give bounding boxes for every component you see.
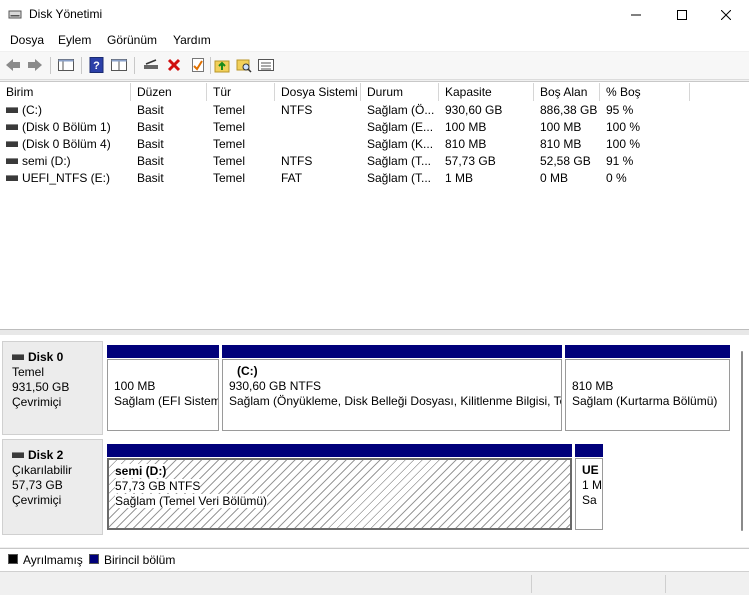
volume-icon [6,123,18,130]
column-header-bos-alan[interactable]: Boş Alan [534,83,600,101]
menu-gorunum[interactable]: Görünüm [107,33,157,47]
volume-icon [6,106,18,113]
volume-list-header: Birim Düzen Tür Dosya Sistemi Durum Kapa… [0,83,749,101]
disk-2-label[interactable]: Disk 2 Çıkarılabilir 57,73 GB Çevrimiçi [2,439,103,535]
column-header-tur[interactable]: Tür [207,83,275,101]
window-title: Disk Yönetimi [29,7,103,21]
primary-partition-bar [222,345,562,358]
vertical-scrollbar[interactable] [738,347,746,537]
column-header-birim[interactable]: Birim [0,83,131,101]
menu-yardim[interactable]: Yardım [173,33,211,47]
table-row[interactable]: (Disk 0 Bölüm 4) Basit Temel Sağlam (K..… [0,136,749,153]
volume-icon [6,140,18,147]
volume-icon [6,157,18,164]
menu-dosya[interactable]: Dosya [10,33,44,47]
close-icon [721,9,731,20]
close-button[interactable] [703,0,749,29]
primary-partition-bar [107,444,572,457]
partition-c[interactable]: (C:) 930,60 GB NTFS Sağlam (Önyükleme, D… [222,345,562,431]
minimize-icon [631,14,641,15]
primary-partition-bar [107,345,219,358]
disk-management-icon [8,10,22,19]
column-header-kapasite[interactable]: Kapasite [439,83,534,101]
disk-graphical-view: Disk 0 Temel 931,50 GB Çevrimiçi 100 MB … [0,335,749,547]
legend-swatch-primary [89,554,99,564]
partition-d[interactable]: semi (D:) 57,73 GB NTFS Sağlam (Temel Ve… [107,444,572,530]
status-bar [0,571,749,595]
maximize-icon [677,9,687,20]
legend: Ayrılmamış Birincil bölüm [0,548,749,571]
toolbar: ? [0,52,749,80]
disk-0-label[interactable]: Disk 0 Temel 931,50 GB Çevrimiçi [2,341,103,435]
primary-partition-bar [575,444,603,457]
legend-label-unallocated: Ayrılmamış [23,553,83,567]
disk-icon [12,451,24,458]
partition-uefi-ntfs[interactable]: UE 1 M Sa [575,444,603,530]
column-header-yuzde-bos[interactable]: % Boş [600,83,690,101]
table-row[interactable]: UEFI_NTFS (E:) Basit Temel FAT Sağlam (T… [0,170,749,187]
legend-label-primary: Birincil bölüm [104,553,176,567]
back-icon[interactable] [4,56,22,74]
console-tree-icon[interactable] [57,56,75,74]
volume-icon [6,174,18,181]
properties-icon[interactable] [110,56,128,74]
disk-icon [12,353,24,360]
table-row[interactable]: (C:) Basit Temel NTFS Sağlam (Ö... 930,6… [0,102,749,119]
svg-text:?: ? [93,60,100,72]
forward-icon[interactable] [26,56,44,74]
folder-up-icon[interactable] [213,56,231,74]
checklist-icon[interactable] [189,56,207,74]
details-view-icon[interactable] [257,56,275,74]
scrollbar-thumb[interactable] [741,351,743,531]
column-header-dosya-sistemi[interactable]: Dosya Sistemi [275,83,361,101]
column-header-durum[interactable]: Durum [361,83,439,101]
table-row[interactable]: (Disk 0 Bölüm 1) Basit Temel Sağlam (E..… [0,119,749,136]
partition-efi[interactable]: 100 MB Sağlam (EFI Sistem [107,345,219,431]
maximize-button[interactable] [659,0,705,29]
help-icon[interactable]: ? [88,56,106,74]
volume-list: Birim Düzen Tür Dosya Sistemi Durum Kapa… [0,81,749,329]
legend-swatch-unallocated [8,554,18,564]
menu-bar: Dosya Eylem Görünüm Yardım [0,29,749,51]
title-bar: Disk Yönetimi [0,0,749,29]
menu-eylem[interactable]: Eylem [58,33,91,47]
table-row[interactable]: semi (D:) Basit Temel NTFS Sağlam (T... … [0,153,749,170]
primary-partition-bar [565,345,730,358]
minimize-button[interactable] [613,0,659,29]
connect-icon[interactable] [142,56,160,74]
folder-search-icon[interactable] [235,56,253,74]
delete-icon[interactable] [165,56,183,74]
partition-recovery[interactable]: 810 MB Sağlam (Kurtarma Bölümü) [565,345,730,431]
column-header-duzen[interactable]: Düzen [131,83,207,101]
